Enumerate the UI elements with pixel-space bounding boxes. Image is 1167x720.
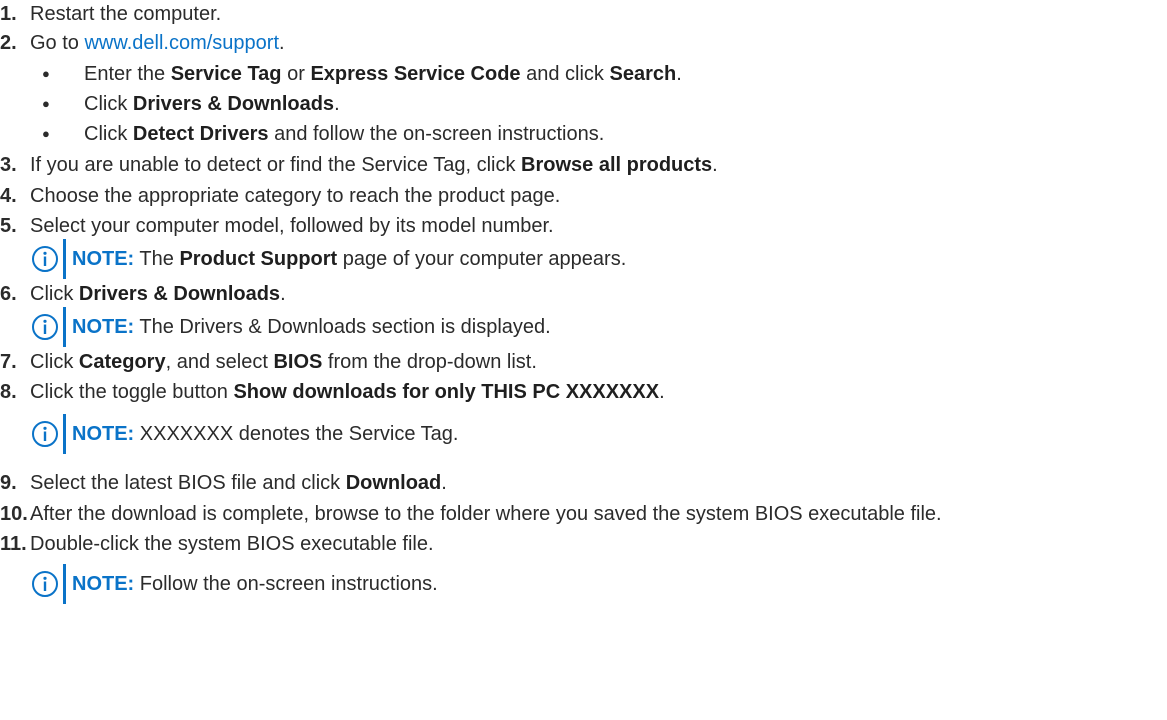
dell-support-link[interactable]: www.dell.com/support	[84, 32, 279, 54]
bullet-icon: ●	[42, 66, 50, 81]
step-text: Click the toggle button Show downloads f…	[30, 381, 665, 403]
step-number: 2.	[0, 32, 17, 54]
info-circle-icon	[32, 571, 58, 597]
step-text: Choose the appropriate category to reach…	[30, 185, 561, 207]
note-divider	[63, 239, 66, 279]
step-text: Select the latest BIOS file and click Do…	[30, 472, 447, 494]
step-text: If you are unable to detect or find the …	[30, 154, 718, 176]
step-number: 11.	[0, 533, 27, 555]
step-text: After the download is complete, browse t…	[30, 503, 942, 525]
step-number: 8.	[0, 381, 17, 403]
step-text: Restart the computer.	[30, 3, 222, 25]
step-number: 4.	[0, 185, 17, 207]
step-text: Select your computer model, followed by …	[30, 215, 554, 237]
step-number: 6.	[0, 283, 17, 305]
bullet-text: Click Detect Drivers and follow the on-s…	[84, 123, 605, 145]
note-text: NOTE: The Drivers & Downloads section is…	[72, 316, 551, 338]
note-divider	[63, 414, 66, 454]
note-text: NOTE: Follow the on-screen instructions.	[72, 573, 438, 595]
info-circle-icon	[32, 314, 58, 340]
step-number: 7.	[0, 351, 17, 373]
note-text: NOTE: XXXXXXX denotes the Service Tag.	[72, 423, 459, 445]
note-divider	[63, 307, 66, 347]
info-circle-icon	[32, 246, 58, 272]
step-text: Double-click the system BIOS executable …	[30, 533, 434, 555]
step-text: Click Category, and select BIOS from the…	[30, 351, 537, 373]
note-text: NOTE: The Product Support page of your c…	[72, 248, 627, 270]
note-divider	[63, 564, 66, 604]
info-circle-icon	[32, 421, 58, 447]
bullet-text: Enter the Service Tag or Express Service…	[84, 63, 682, 85]
step-number: 10.	[0, 503, 28, 525]
step-text: Go to www.dell.com/support.	[30, 32, 285, 54]
bullet-icon: ●	[42, 126, 50, 141]
step-number: 3.	[0, 154, 17, 176]
bullet-text: Click Drivers & Downloads.	[84, 93, 340, 115]
step-number: 1.	[0, 3, 17, 25]
step-number: 9.	[0, 472, 17, 494]
bullet-icon: ●	[42, 96, 50, 111]
step-number: 5.	[0, 215, 17, 237]
step-text: Click Drivers & Downloads.	[30, 283, 286, 305]
